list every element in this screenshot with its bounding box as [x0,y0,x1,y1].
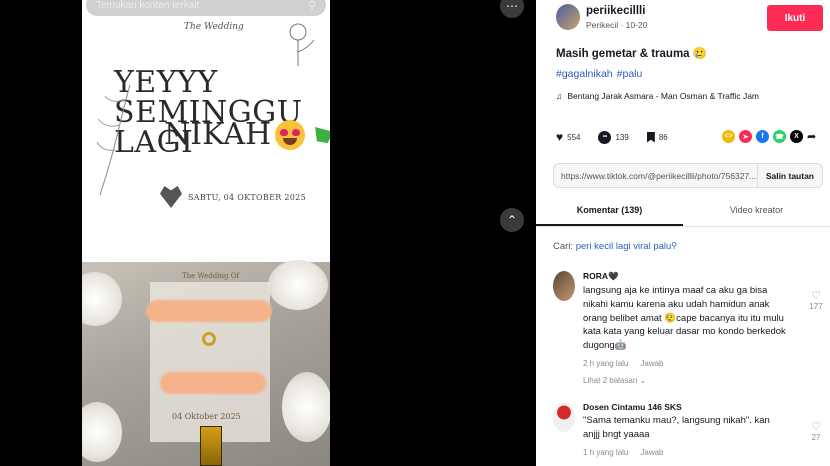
plaque-date: 04 Oktober 2025 [172,412,241,421]
avatar[interactable] [556,4,580,30]
heart-outline-icon: ♡ [811,290,821,302]
redacted-name-2 [160,372,266,394]
green-sticker-icon [315,127,330,143]
reply-button[interactable]: Jawab [640,448,663,457]
comment-text: "Sama temanku mau?, langsung nikah". kan… [583,415,770,440]
view-replies-button[interactable]: Lihat 2 balasan ⌄ [583,376,789,385]
whatsapp-share-icon[interactable]: ☎ [773,130,786,143]
invitation-card-top: ⚲ The Wedding YEYYY SEMINGGU LAGI NIKAH … [82,0,330,262]
post-photo[interactable]: ⚲ The Wedding YEYYY SEMINGGU LAGI NIKAH … [82,0,330,466]
gold-bar-icon [200,426,222,466]
search-prefix: Cari: [553,241,574,252]
commenter-avatar[interactable] [553,402,575,432]
wedding-script-text: The Wedding [184,22,244,32]
author-meta: Perikecil · 10-20 [586,19,648,30]
heart-eyes-emoji-icon [275,120,306,150]
comment-search-suggestion[interactable]: Cari: peri kecil lagi viral palu⚲ [553,241,677,252]
plaque-title: The Wedding Of [182,272,240,280]
post-info-panel: periikecillli Perikecil · 10-20 Ikuti Ma… [536,0,830,466]
reply-button[interactable]: Jawab [640,359,663,368]
copy-link-button[interactable]: Salin tautan [756,164,822,187]
save-count: 86 [658,132,668,142]
embed-share-icon[interactable]: <> [722,130,735,143]
follow-button[interactable]: Ikuti [767,5,823,31]
hashtag-palu[interactable]: #palu [617,68,643,80]
panel-tabs: Komentar (139) Video kreator [536,198,830,227]
comment-count: 139 [615,132,629,142]
comment-item: RORA🖤 langsung aja ke intinya maaf ca ak… [553,271,823,391]
search-query-link[interactable]: peri kecil lagi viral palu [576,241,672,252]
comment-item: Dosen Cintamu 146 SKS "Sama temanku mau?… [553,402,823,466]
search-icon[interactable]: ⚲ [308,0,316,12]
like-button[interactable]: ♥ 554 [556,130,594,144]
card-date-row: SABTU, 04 OKTOBER 2025 [160,186,306,208]
music-note-icon: ♫ [556,91,563,101]
paper-flower-right [268,260,328,310]
heart-seal-icon [160,186,182,208]
gold-ampersand-icon [202,332,216,346]
commenter-avatar[interactable] [553,271,575,301]
comment-like-button[interactable]: ♡ 177 [809,289,823,311]
tab-comments[interactable]: Komentar (139) [536,198,683,226]
hashtag-gagalnikah[interactable]: #gagalnikah [556,68,613,80]
comment-like-count: 27 [811,433,821,442]
redacted-name-1 [146,300,272,322]
hashtag-list: #gagalnikah #palu [556,68,642,80]
music-row[interactable]: ♫ Bentang Jarak Asmara - Man Osman & Tra… [556,91,759,101]
banner-nikah-text: NIKAH [164,117,272,152]
chevron-up-icon: ⌃ [506,213,518,227]
post-link-box: https://www.tiktok.com/@periikecillli/ph… [553,163,823,188]
paper-flower-bottom-left [82,402,122,462]
related-search-input[interactable] [96,0,308,11]
comment-time: 1 h yang lalu [583,447,629,457]
comment-button[interactable]: •• 139 [598,130,642,144]
related-search-bar[interactable]: ⚲ [86,0,326,16]
heart-outline-icon: ♡ [811,421,821,433]
commenter-name[interactable]: RORA🖤 [583,271,789,282]
banner-line-2: NIKAH [164,120,330,150]
paper-flower-left [82,272,122,326]
heart-icon: ♥ [556,130,564,144]
share-icons: <> ➤ f ☎ X ➦ [722,130,816,143]
comment-meta: 2 h yang lalu Jawab [583,359,789,368]
more-share-arrow-icon[interactable]: ➦ [807,130,816,143]
scroll-up-button[interactable]: ⌃ [500,208,524,232]
paper-flower-bottom-right [282,372,330,442]
x-share-icon[interactable]: X [790,130,803,143]
media-viewer: ⚲ The Wedding YEYYY SEMINGGU LAGI NIKAH … [0,0,536,466]
comment-bubble-icon: •• [598,130,612,144]
author-header[interactable]: periikecillli Perikecil · 10-20 [556,4,647,30]
comment-meta: 1 h yang lalu Jawab [583,448,789,457]
floral-decoration-top-icon [289,23,315,66]
post-caption: Masih gemetar & trauma 🥲 [556,48,708,60]
invitation-photo-bottom: The Wedding Of 04 Oktober 2025 [82,260,330,466]
facebook-share-icon[interactable]: f [756,130,769,143]
send-share-icon[interactable]: ➤ [739,130,752,143]
floral-decoration-icon [96,84,131,196]
comment-like-count: 177 [809,302,823,311]
tab-creator-videos[interactable]: Video kreator [683,198,830,226]
bookmark-icon [646,131,655,143]
comment-time: 2 h yang lalu [583,358,629,368]
comment-text: langsung aja ke intinya maaf ca aku ga b… [583,285,786,352]
commenter-name[interactable]: Dosen Cintamu 146 SKS [583,402,789,412]
search-arrow-icon: ⚲ [671,241,678,250]
card-date: SABTU, 04 OKTOBER 2025 [188,192,306,202]
comment-like-button[interactable]: ♡ 27 [809,420,823,442]
engagement-row: ♥ 554 •• 139 86 [556,130,668,144]
more-options-button[interactable]: ⋯ [500,0,524,18]
like-count: 554 [567,132,581,142]
music-title[interactable]: Bentang Jarak Asmara - Man Osman & Traff… [567,91,759,101]
ellipsis-icon: ⋯ [506,0,518,13]
post-link-url[interactable]: https://www.tiktok.com/@periikecillli/ph… [554,171,757,181]
author-username[interactable]: periikecillli [586,5,647,17]
save-button[interactable]: 86 [646,131,668,143]
